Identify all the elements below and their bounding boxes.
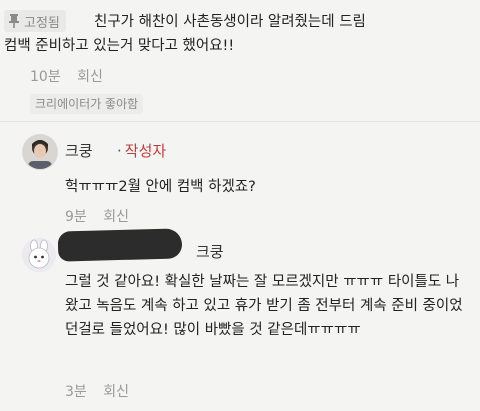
pin-icon — [8, 14, 20, 28]
reply-author[interactable]: 크쿵 — [65, 140, 93, 161]
comment-time: 10분 — [30, 69, 61, 85]
reply-button[interactable]: 회신 — [103, 384, 129, 400]
pinned-label: 고정됨 — [24, 15, 60, 31]
separator-dot: · — [117, 142, 122, 160]
reply-meta: 9분 회신 — [65, 206, 129, 226]
comment-text-line1: 친구가 해찬이 사촌동생이라 알려줬는데 드림 — [94, 14, 366, 30]
avatar[interactable] — [22, 238, 56, 272]
comment-text-line2: 컴백 준비하고 있는거 맞다고 했어요!! — [4, 38, 235, 54]
redaction-mark — [57, 228, 183, 262]
reply-meta: 3분 회신 — [65, 381, 129, 401]
reply-button[interactable]: 회신 — [103, 209, 129, 225]
pinned-badge: 고정됨 — [4, 10, 66, 32]
divider — [0, 121, 480, 122]
creator-tag: · 작성자 — [117, 140, 166, 161]
reply-button[interactable]: 회신 — [77, 69, 103, 85]
reply-text: 그럴 것 같아요! 확실한 날짜는 잘 모르겠지만 ㅠㅠㅠ 타이틀도 나왔고 녹… — [65, 274, 463, 338]
avatar[interactable] — [22, 134, 58, 170]
reply-time: 3분 — [65, 384, 87, 400]
reply-author[interactable]: 크쿵 — [196, 241, 224, 262]
comment-text: 친구가 해찬이 사촌동생이라 알려줬는데 드림 컴백 준비하고 있는거 맞다고 … — [4, 10, 476, 58]
creator-liked-badge: 크리에이터가 좋아함 — [30, 94, 144, 114]
creator-tag-label: 작성자 — [124, 142, 167, 160]
reply-text: 헉ㅠㅠㅠ2월 안에 컴백 하겠죠? — [65, 179, 256, 195]
comment-meta: 10분 회신 — [30, 66, 103, 86]
reply-time: 9분 — [65, 209, 87, 225]
